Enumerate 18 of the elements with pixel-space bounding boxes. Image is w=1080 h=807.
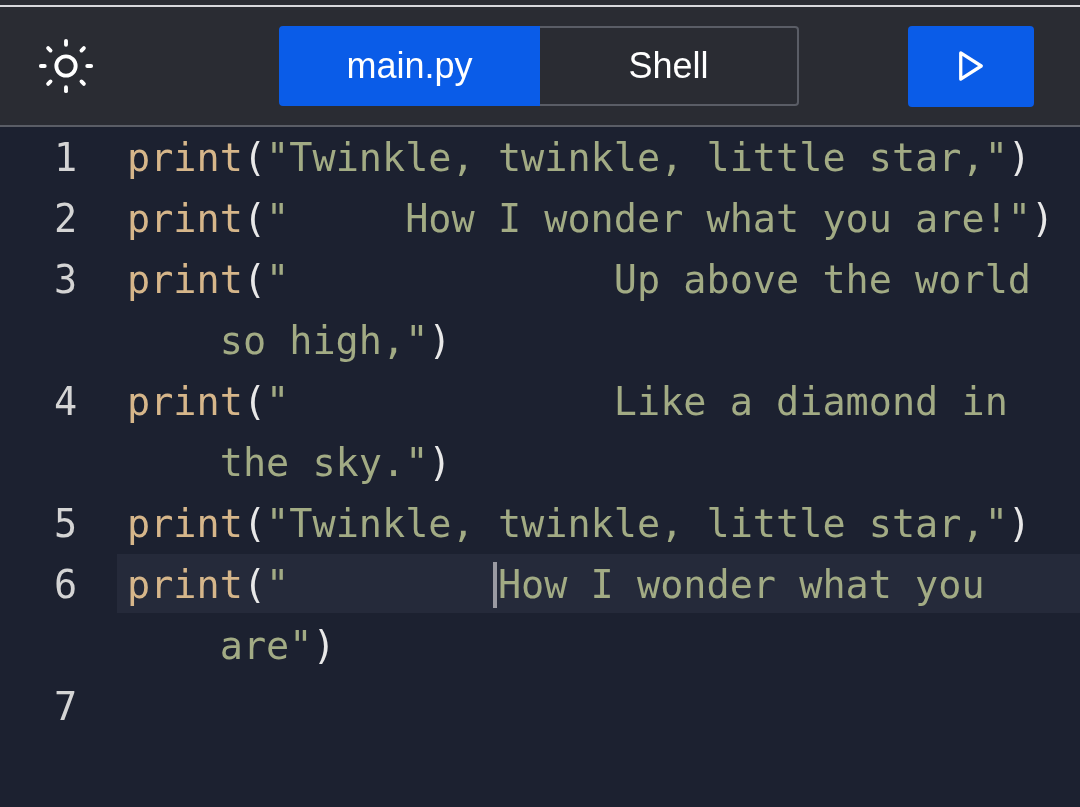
run-button[interactable] bbox=[908, 25, 1034, 107]
line-number: 5 bbox=[53, 500, 79, 548]
line-number: 4 bbox=[53, 378, 79, 426]
code-line: print(" How I wonder what you are!") bbox=[126, 195, 1056, 243]
theme-toggle-sun-icon[interactable] bbox=[37, 37, 95, 95]
file-tab[interactable]: main.py bbox=[279, 26, 540, 106]
line-number: 2 bbox=[53, 195, 79, 243]
code-line: print(" Up above the world so high,") bbox=[126, 256, 1032, 365]
line-number: 6 bbox=[53, 561, 79, 609]
code-line: print(" Like a diamond in the sky.") bbox=[126, 378, 1009, 487]
line-number: 1 bbox=[53, 134, 79, 182]
line-number: 7 bbox=[53, 683, 79, 731]
line-number: 3 bbox=[53, 256, 79, 304]
text-cursor bbox=[492, 562, 497, 608]
play-icon bbox=[957, 50, 985, 82]
file-tab[interactable]: Shell bbox=[540, 26, 799, 106]
code-line: print("Twinkle, twinkle, little star,") bbox=[126, 500, 1032, 548]
code-line: print("Twinkle, twinkle, little star,") bbox=[126, 134, 1032, 182]
